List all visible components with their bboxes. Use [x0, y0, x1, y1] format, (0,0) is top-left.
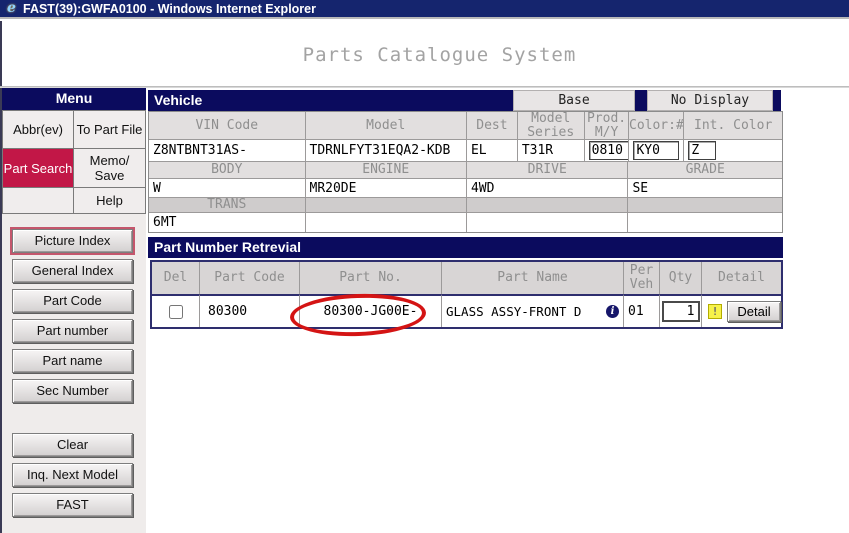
col-header-vin-code: VIN Code: [149, 112, 306, 140]
drive-value: 4WD: [466, 179, 629, 198]
engine-value: MR20DE: [305, 179, 467, 198]
col-header-model-series: Model Series: [517, 112, 585, 140]
part-no-cell: 80300-JG00E-: [300, 294, 442, 327]
vehicle-header-row-2: BODY ENGINE DRIVE GRADE: [149, 162, 782, 179]
col-header-int-color: Int. Color: [684, 112, 782, 140]
tab-separator: [635, 90, 647, 111]
col-header-per-veh: Per Veh: [624, 262, 660, 294]
col-header-prod-my: Prod. M/Y: [584, 112, 630, 140]
col-header-grade: GRADE: [628, 162, 782, 179]
menu-item-memo-save[interactable]: Memo/ Save: [74, 149, 145, 187]
vin-code-value: Z8NTBNT31AS-: [149, 140, 306, 162]
index-button-stack: Picture Index General Index Part Code Pa…: [2, 214, 146, 517]
trans-value-empty-3: [628, 213, 782, 232]
general-index-button[interactable]: General Index: [12, 259, 133, 283]
part-code-button[interactable]: Part Code: [12, 289, 133, 313]
qty-input[interactable]: [661, 301, 700, 322]
col-header-model: Model: [305, 112, 467, 140]
vehicle-table: VIN Code Model Dest Model Series Prod. M…: [148, 111, 783, 233]
prod-my-input[interactable]: [588, 141, 629, 160]
fast-button[interactable]: FAST: [12, 493, 133, 517]
col-header-part-code: Part Code: [200, 262, 300, 294]
vehicle-value-row-1: Z8NTBNT31AS- TDRNLFYT31EQA2-KDB EL T31R: [149, 140, 782, 162]
trans-header-empty-2: [466, 198, 629, 213]
part-name-button[interactable]: Part name: [12, 349, 133, 373]
clear-button[interactable]: Clear: [12, 433, 133, 457]
part-table: Del Part Code Part No. Part Name Per Veh…: [150, 260, 783, 329]
part-table-row: 80300 80300-JG00E- GLASS ASSY-FRONT D i …: [152, 294, 781, 327]
vehicle-value-row-3: 6MT: [149, 213, 782, 232]
browser-window: e FAST(39):GWFA0100 - Windows Internet E…: [0, 0, 849, 533]
sec-number-button[interactable]: Sec Number: [12, 379, 133, 403]
inq-next-model-button[interactable]: Inq. Next Model: [12, 463, 133, 487]
grade-value: SE: [628, 179, 782, 198]
int-color-input[interactable]: [688, 141, 717, 160]
trans-header-empty-1: [305, 198, 467, 213]
col-header-body: BODY: [149, 162, 306, 179]
picture-index-button[interactable]: Picture Index: [10, 227, 135, 255]
qty-cell: [660, 294, 702, 327]
menu-grid: Abbr(ev) To Part File Part Search Memo/ …: [2, 110, 146, 214]
col-header-del: Del: [152, 262, 200, 294]
color-no-cell: [629, 140, 685, 162]
vehicle-band: Vehicle Base No Display: [148, 90, 783, 111]
tab-base[interactable]: Base: [513, 90, 635, 111]
part-code-cell: 80300: [200, 294, 300, 327]
detail-cell: ! Detail: [702, 294, 781, 327]
vehicle-value-row-2: W MR20DE 4WD SE: [149, 179, 782, 198]
menu-header: Menu: [2, 88, 146, 110]
title-bar: e FAST(39):GWFA0100 - Windows Internet E…: [0, 0, 849, 19]
col-header-part-name: Part Name: [442, 262, 624, 294]
part-number-button[interactable]: Part number: [12, 319, 133, 343]
body-value: W: [149, 179, 306, 198]
col-header-dest: Dest: [466, 112, 518, 140]
delete-checkbox[interactable]: [168, 304, 183, 319]
part-retrieval-band: Part Number Retrevial: [148, 237, 783, 258]
menu-item-help[interactable]: Help: [74, 188, 145, 213]
page-title: Parts Catalogue System: [302, 44, 577, 66]
menu-item-part-search[interactable]: Part Search: [3, 149, 73, 187]
menu-cell-empty: [3, 188, 73, 213]
dest-value: EL: [466, 140, 518, 162]
vehicle-header-row-1: VIN Code Model Dest Model Series Prod. M…: [149, 112, 782, 140]
model-series-value: T31R: [517, 140, 585, 162]
prod-my-cell: [584, 140, 630, 162]
part-name-cell: GLASS ASSY-FRONT D i: [442, 294, 624, 327]
window-title: FAST(39):GWFA0100 - Windows Internet Exp…: [23, 1, 316, 16]
warning-icon[interactable]: !: [708, 304, 723, 319]
int-color-cell: [684, 140, 782, 162]
part-name-text: GLASS ASSY-FRONT D: [446, 304, 582, 319]
col-header-part-no: Part No.: [300, 262, 442, 294]
part-retrieval-title: Part Number Retrevial: [148, 237, 783, 258]
col-header-drive: DRIVE: [466, 162, 629, 179]
tab-end-cap: [773, 90, 781, 111]
trans-value: 6MT: [149, 213, 306, 232]
col-header-engine: ENGINE: [305, 162, 467, 179]
vehicle-header-row-3: TRANS: [149, 198, 782, 213]
col-header-color-no: Color:#: [629, 112, 685, 140]
menu-item-to-part-file[interactable]: To Part File: [74, 111, 145, 148]
trans-header-empty-3: [628, 198, 782, 213]
internet-explorer-icon: e: [7, 0, 16, 16]
color-no-input[interactable]: [633, 141, 680, 160]
del-cell: [152, 294, 200, 327]
trans-value-empty-2: [466, 213, 629, 232]
col-header-detail: Detail: [702, 262, 781, 294]
menu-panel: Menu Abbr(ev) To Part File Part Search M…: [2, 88, 146, 533]
detail-button[interactable]: Detail: [727, 301, 781, 322]
model-value: TDRNLFYT31EQA2-KDB: [305, 140, 467, 162]
button-gap: [12, 409, 146, 433]
vehicle-section-title: Vehicle: [148, 90, 513, 111]
col-header-qty: Qty: [660, 262, 702, 294]
trans-value-empty-1: [305, 213, 467, 232]
col-header-trans: TRANS: [149, 198, 306, 213]
per-veh-cell: 01: [624, 294, 660, 327]
tab-no-display[interactable]: No Display: [647, 90, 773, 111]
menu-item-abbrev[interactable]: Abbr(ev): [3, 111, 73, 148]
info-icon[interactable]: i: [606, 305, 619, 318]
part-table-header-row: Del Part Code Part No. Part Name Per Veh…: [152, 262, 781, 294]
